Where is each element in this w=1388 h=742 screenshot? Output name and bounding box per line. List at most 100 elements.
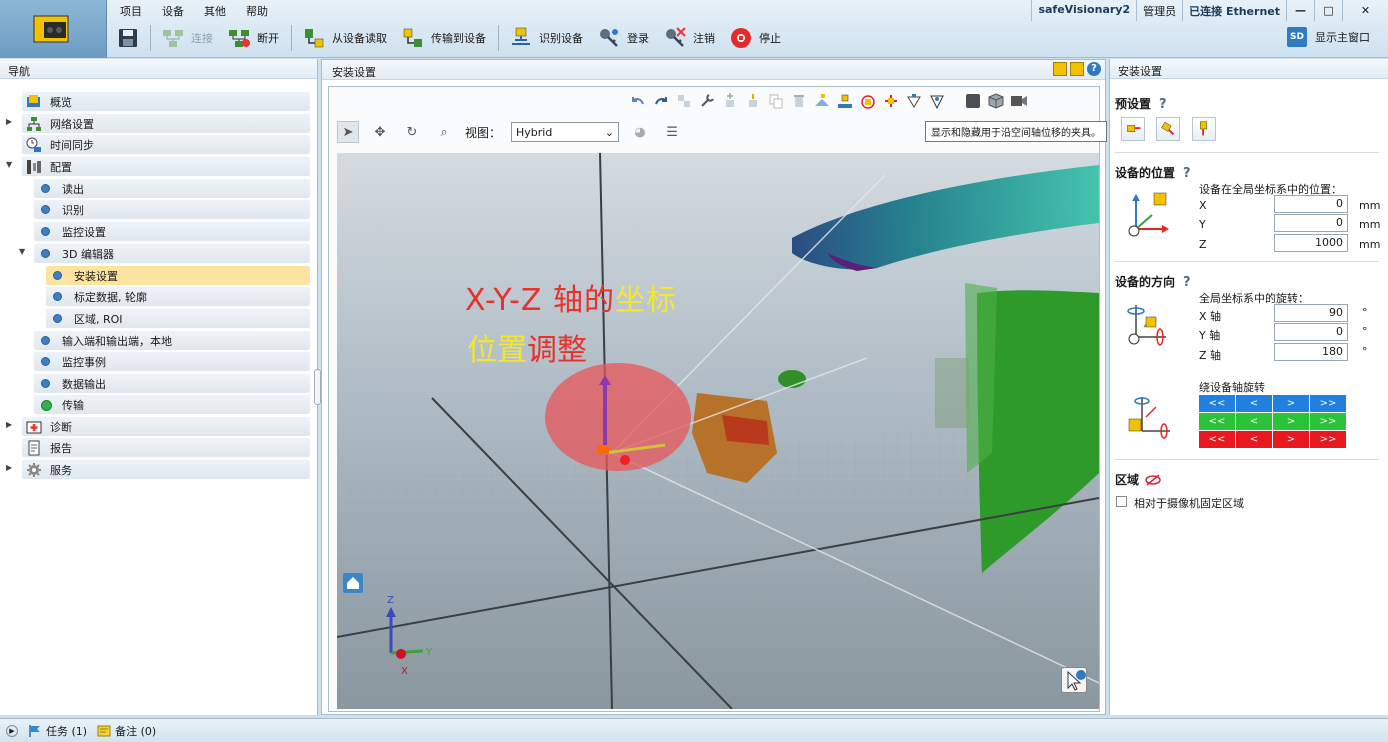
stop-button[interactable]: 停止 <box>723 23 789 53</box>
nav-item-configuration[interactable]: 配置 <box>22 157 310 176</box>
menu-project[interactable]: 项目 <box>110 0 152 19</box>
nav-item-overview[interactable]: 概览 <box>22 92 310 111</box>
menu-device[interactable]: 设备 <box>152 0 194 19</box>
3d-viewport[interactable]: Z Y X X-Y-Z 轴的坐标 位置调整 <box>337 153 1099 709</box>
add-zone-icon[interactable] <box>744 92 762 110</box>
shield-view-icon[interactable] <box>928 92 946 110</box>
expand-network-icon[interactable]: ▶ <box>6 117 16 127</box>
rotate-z-right-button[interactable]: > <box>1273 431 1309 448</box>
light-icon[interactable] <box>905 92 923 110</box>
save-button[interactable] <box>110 23 146 53</box>
tasks-button[interactable]: 任务 (1) <box>28 723 87 739</box>
identify-device-button[interactable]: 识别设备 <box>503 23 591 53</box>
position-x-input[interactable]: 0 <box>1274 195 1348 213</box>
zoom-search-icon[interactable]: ⌕ <box>433 121 455 143</box>
rotate-y-fast-left-button[interactable]: << <box>1199 413 1235 430</box>
preset-wall-button[interactable] <box>1121 117 1145 141</box>
delete-icon[interactable] <box>790 92 808 110</box>
rotate-x-fast-right-button[interactable]: >> <box>1310 395 1346 412</box>
nav-item-identify[interactable]: 识别 <box>34 200 310 219</box>
help-question-icon[interactable]: ? <box>1183 275 1195 290</box>
rotation-x-input[interactable]: 90 <box>1274 304 1348 322</box>
expand-diagnostics-icon[interactable]: ▶ <box>6 420 16 430</box>
nav-item-installation-settings[interactable]: 安装设置 <box>46 266 310 285</box>
connect-button[interactable]: 连接 <box>155 23 221 53</box>
undo-icon[interactable] <box>629 92 647 110</box>
position-y-input[interactable]: 0 <box>1274 214 1348 232</box>
collapse-config-icon[interactable]: ▼ <box>6 160 16 170</box>
nav-item-time-sync[interactable]: 时间同步 <box>22 135 310 154</box>
nav-item-monitoring-cases[interactable]: 监控事例 <box>34 352 310 371</box>
nav-item-io-local[interactable]: 输入端和输出端，本地 <box>34 331 310 350</box>
help-question-icon[interactable]: ? <box>1183 166 1195 181</box>
show-main-window-button[interactable]: SD 显示主窗口 <box>1287 27 1370 47</box>
3d-scene[interactable]: Z Y X <box>337 153 1099 709</box>
sensor-device[interactable] <box>597 445 609 454</box>
maximize-button[interactable]: □ <box>1314 0 1342 21</box>
floor-align-icon[interactable] <box>836 92 854 110</box>
wrench-icon[interactable] <box>698 92 716 110</box>
expand-service-icon[interactable]: ▶ <box>6 463 16 473</box>
login-button[interactable]: 登录 <box>591 23 657 53</box>
eye-hidden-icon[interactable] <box>1145 473 1161 486</box>
nav-item-diagnostics[interactable]: 诊断 <box>22 417 310 436</box>
nav-item-network[interactable]: 网络设置 <box>22 114 310 133</box>
solid-view-icon[interactable] <box>964 92 982 110</box>
copy-icon[interactable] <box>767 92 785 110</box>
nav-item-zones-roi[interactable]: 区域, ROI <box>46 309 310 328</box>
select-cursor-icon[interactable]: ➤ <box>337 121 359 143</box>
cube-view-icon[interactable] <box>987 92 1005 110</box>
help-question-icon[interactable]: ? <box>1159 97 1171 112</box>
rotation-y-input[interactable]: 0 <box>1274 323 1348 341</box>
fixed-zone-checkbox[interactable] <box>1116 496 1127 507</box>
nav-item-monitoring-settings[interactable]: 监控设置 <box>34 222 310 241</box>
redo-icon[interactable] <box>652 92 670 110</box>
disconnect-button[interactable]: 断开 <box>221 23 287 53</box>
collapse-3d-editor-icon[interactable]: ▼ <box>19 247 29 257</box>
rotate-z-left-button[interactable]: < <box>1236 431 1272 448</box>
panel-collapse-handle[interactable] <box>314 369 321 405</box>
close-button[interactable]: ✕ <box>1342 0 1388 21</box>
add-object-icon[interactable] <box>721 92 739 110</box>
help-book2-icon[interactable] <box>1070 62 1084 76</box>
rotation-z-input[interactable]: 180 <box>1274 343 1348 361</box>
nav-item-readout[interactable]: 读出 <box>34 179 310 198</box>
nav-item-transfer[interactable]: 传输 <box>34 395 310 414</box>
nav-item-3d-editor[interactable]: 3D 编辑器 <box>34 244 310 263</box>
menu-help[interactable]: 帮助 <box>236 0 278 19</box>
home-view-button[interactable] <box>343 573 363 593</box>
notes-button[interactable]: 备注 (0) <box>97 723 156 739</box>
camera-view-icon[interactable] <box>1010 92 1028 110</box>
rotate-y-fast-right-button[interactable]: >> <box>1310 413 1346 430</box>
minimize-button[interactable]: — <box>1286 0 1314 21</box>
nav-item-data-output[interactable]: 数据输出 <box>34 374 310 393</box>
help-book-icon[interactable] <box>1053 62 1067 76</box>
rotate-z-fast-right-button[interactable]: >> <box>1310 431 1346 448</box>
list-icon[interactable]: ☰ <box>661 121 683 143</box>
expand-bottom-icon[interactable]: ▶ <box>6 724 18 737</box>
pan-move-icon[interactable]: ✥ <box>369 121 391 143</box>
nav-item-calibration[interactable]: 标定数据, 轮廓 <box>46 287 310 306</box>
rotate-x-left-button[interactable]: < <box>1236 395 1272 412</box>
info-cursor-button[interactable] <box>1061 667 1087 693</box>
rotate-view-icon[interactable]: ↻ <box>401 121 423 143</box>
view-select[interactable]: Hybrid ⌄ <box>511 122 620 142</box>
preset-ceiling-button[interactable] <box>1192 117 1216 141</box>
logout-button[interactable]: 注销 <box>657 23 723 53</box>
rotate-z-fast-left-button[interactable]: << <box>1199 431 1235 448</box>
gizmo-origin[interactable] <box>620 455 630 465</box>
measure-icon[interactable] <box>813 92 831 110</box>
translation-gizmo-icon[interactable] <box>882 92 900 110</box>
palette-icon[interactable]: ◕ <box>629 121 651 143</box>
transfer-to-device-button[interactable]: 传输到设备 <box>395 23 494 53</box>
menu-other[interactable]: 其他 <box>194 0 236 19</box>
rotate-x-fast-left-button[interactable]: << <box>1199 395 1235 412</box>
nav-item-service[interactable]: 服务 <box>22 460 310 479</box>
read-from-device-button[interactable]: 从设备读取 <box>296 23 395 53</box>
rotate-y-left-button[interactable]: < <box>1236 413 1272 430</box>
rotate-y-right-button[interactable]: > <box>1273 413 1309 430</box>
help-question-icon[interactable]: ? <box>1087 62 1101 76</box>
rotate-x-right-button[interactable]: > <box>1273 395 1309 412</box>
position-z-input[interactable]: 1000 <box>1274 234 1348 252</box>
rotation-gizmo-icon[interactable] <box>859 92 877 110</box>
